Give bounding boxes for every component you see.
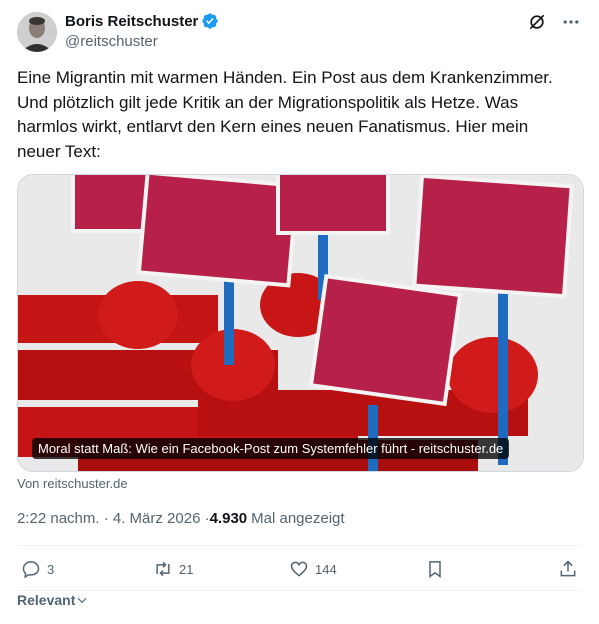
- link-card[interactable]: Moral statt Maß: Wie ein Facebook-Post z…: [17, 174, 584, 472]
- like-count: 144: [315, 561, 337, 577]
- view-count: 4.930: [209, 510, 248, 527]
- avatar[interactable]: [17, 12, 57, 52]
- bookmark-icon: [429, 561, 441, 578]
- tweet-meta: 2:22 nachm. · 4. März 2026 · 4.930 Mal a…: [17, 510, 345, 527]
- divider-bottom: [17, 590, 582, 591]
- repost-button[interactable]: 21: [153, 559, 193, 579]
- more-icon[interactable]: [561, 12, 581, 32]
- like-button[interactable]: 144: [289, 559, 337, 579]
- verified-badge-icon: [202, 13, 219, 29]
- card-image: [18, 175, 583, 471]
- reply-icon: [22, 561, 40, 579]
- repost-count: 21: [179, 561, 194, 577]
- divider-top: [17, 545, 582, 546]
- tweet-text: Eine Migrantin mit warmen Händen. Ein Po…: [17, 68, 553, 161]
- tweet-timestamp[interactable]: 2:22 nachm. · 4. März 2026 ·: [17, 510, 210, 527]
- action-bar: 3 21 144: [17, 557, 582, 585]
- author-handle[interactable]: @reitschuster: [65, 33, 158, 50]
- sort-label: Relevant: [17, 592, 76, 608]
- reply-count: 3: [47, 561, 55, 577]
- share-icon: [560, 560, 576, 577]
- bookmark-button[interactable]: [425, 559, 445, 579]
- author-name[interactable]: Boris Reitschuster: [65, 13, 198, 30]
- top-actions: [527, 12, 581, 32]
- author-row: Boris Reitschuster: [65, 12, 219, 30]
- tweet: Boris Reitschuster @reitschuster Eine Mi…: [0, 0, 599, 624]
- reply-button[interactable]: 3: [21, 559, 54, 579]
- sort-dropdown[interactable]: Relevant: [17, 592, 89, 608]
- share-button[interactable]: [558, 559, 578, 579]
- view-label: Mal angezeigt: [251, 510, 345, 527]
- repost-icon: [156, 561, 170, 577]
- card-source[interactable]: Von reitschuster.de: [17, 476, 128, 491]
- card-caption: Moral statt Maß: Wie ein Facebook-Post z…: [32, 438, 510, 459]
- chevron-down-icon: [77, 597, 87, 604]
- heart-icon: [290, 561, 308, 577]
- grok-icon[interactable]: [527, 12, 547, 32]
